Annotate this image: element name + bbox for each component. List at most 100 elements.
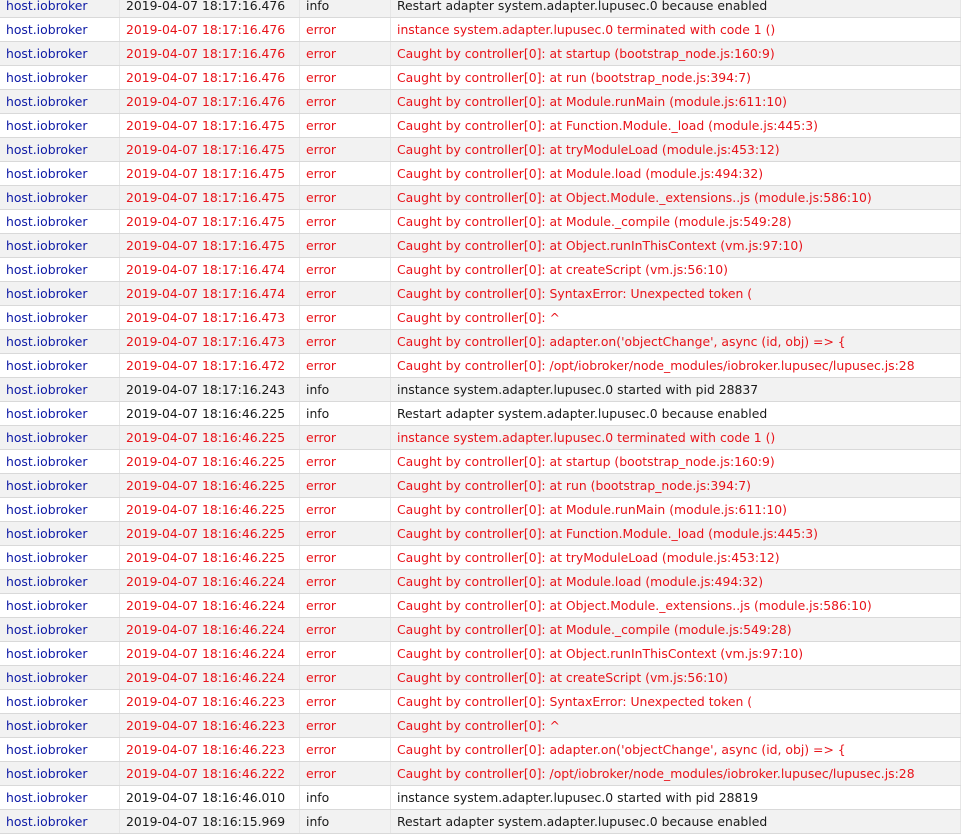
log-timestamp-cell: 2019-04-07 18:16:46.224 (119, 593, 300, 618)
log-row[interactable]: host.iobroker 2019-04-07 18:17:16.473 erro… (0, 329, 961, 354)
log-source-cell: host.iobroker (0, 809, 120, 834)
log-source-cell: host.iobroker (0, 641, 120, 666)
log-source-cell: host.iobroker (0, 713, 120, 738)
log-source-cell: host.iobroker (0, 545, 120, 570)
log-message-cell: Caught by controller[0]: at Object.runIn… (390, 233, 961, 258)
log-message-cell: Caught by controller[0]: ^ (390, 305, 961, 330)
log-message-cell: Caught by controller[0]: at Function.Mod… (390, 113, 961, 138)
log-message-cell: Caught by controller[0]: at Function.Mod… (390, 521, 961, 546)
log-row[interactable]: host.iobroker 2019-04-07 18:16:46.225 erro… (0, 449, 961, 474)
log-timestamp-cell: 2019-04-07 18:16:46.225 (119, 545, 300, 570)
log-row[interactable]: host.iobroker 2019-04-07 18:16:46.222 erro… (0, 761, 961, 786)
log-message-cell: Restart adapter system.adapter.lupusec.0… (390, 401, 961, 426)
log-row[interactable]: host.iobroker 2019-04-07 18:17:16.474 erro… (0, 281, 961, 306)
log-row[interactable]: host.iobroker 2019-04-07 18:16:46.223 erro… (0, 713, 961, 738)
log-row[interactable]: host.iobroker 2019-04-07 18:16:46.225 info… (0, 401, 961, 426)
log-severity-cell: error (299, 449, 391, 474)
log-row[interactable]: host.iobroker 2019-04-07 18:17:16.475 erro… (0, 185, 961, 210)
log-row[interactable]: host.iobroker 2019-04-07 18:17:16.476 info… (0, 0, 961, 18)
log-table-body: host.iobroker 2019-04-07 18:17:16.476 info… (0, 0, 961, 834)
log-row[interactable]: host.iobroker 2019-04-07 18:16:46.224 erro… (0, 569, 961, 594)
log-row[interactable]: host.iobroker 2019-04-07 18:16:46.225 erro… (0, 425, 961, 450)
log-row[interactable]: host.iobroker 2019-04-07 18:17:16.476 erro… (0, 89, 961, 114)
log-message-cell: Caught by controller[0]: at tryModuleLoa… (390, 545, 961, 570)
log-severity-cell: error (299, 65, 391, 90)
log-row[interactable]: host.iobroker 2019-04-07 18:17:16.474 erro… (0, 257, 961, 282)
log-source-cell: host.iobroker (0, 473, 120, 498)
log-severity-cell: error (299, 161, 391, 186)
log-severity-cell: error (299, 89, 391, 114)
log-source-cell: host.iobroker (0, 449, 120, 474)
log-row[interactable]: host.iobroker 2019-04-07 18:17:16.475 erro… (0, 233, 961, 258)
log-timestamp-cell: 2019-04-07 18:17:16.474 (119, 257, 300, 282)
log-source-cell: host.iobroker (0, 257, 120, 282)
log-timestamp-cell: 2019-04-07 18:16:46.010 (119, 785, 300, 810)
log-source-cell: host.iobroker (0, 521, 120, 546)
log-source-cell: host.iobroker (0, 689, 120, 714)
log-row[interactable]: host.iobroker 2019-04-07 18:16:46.224 erro… (0, 617, 961, 642)
log-severity-cell: error (299, 305, 391, 330)
log-row[interactable]: host.iobroker 2019-04-07 18:16:46.224 erro… (0, 665, 961, 690)
log-message-cell: Caught by controller[0]: at Object.Modul… (390, 185, 961, 210)
log-message-cell: Caught by controller[0]: at Module.load … (390, 569, 961, 594)
log-message-cell: Caught by controller[0]: at Module.runMa… (390, 497, 961, 522)
log-timestamp-cell: 2019-04-07 18:17:16.475 (119, 233, 300, 258)
log-timestamp-cell: 2019-04-07 18:16:46.224 (119, 569, 300, 594)
log-row[interactable]: host.iobroker 2019-04-07 18:17:16.475 erro… (0, 113, 961, 138)
log-timestamp-cell: 2019-04-07 18:17:16.243 (119, 377, 300, 402)
log-timestamp-cell: 2019-04-07 18:17:16.476 (119, 89, 300, 114)
log-message-cell: Caught by controller[0]: at run (bootstr… (390, 65, 961, 90)
log-severity-cell: error (299, 665, 391, 690)
log-message-cell: Caught by controller[0]: /opt/iobroker/n… (390, 353, 961, 378)
log-message-cell: Caught by controller[0]: at Module._comp… (390, 617, 961, 642)
log-row[interactable]: host.iobroker 2019-04-07 18:16:46.225 erro… (0, 521, 961, 546)
log-row[interactable]: host.iobroker 2019-04-07 18:17:16.476 erro… (0, 65, 961, 90)
log-severity-cell: error (299, 521, 391, 546)
log-timestamp-cell: 2019-04-07 18:16:46.222 (119, 761, 300, 786)
log-severity-cell: error (299, 713, 391, 738)
log-message-cell: Caught by controller[0]: ^ (390, 713, 961, 738)
log-message-cell: Caught by controller[0]: SyntaxError: Un… (390, 281, 961, 306)
log-row[interactable]: host.iobroker 2019-04-07 18:17:16.475 erro… (0, 137, 961, 162)
log-row[interactable]: host.iobroker 2019-04-07 18:17:16.475 erro… (0, 161, 961, 186)
log-severity-cell: error (299, 137, 391, 162)
log-timestamp-cell: 2019-04-07 18:16:46.225 (119, 449, 300, 474)
log-severity-cell: error (299, 233, 391, 258)
log-row[interactable]: host.iobroker 2019-04-07 18:16:46.224 erro… (0, 641, 961, 666)
log-severity-cell: error (299, 545, 391, 570)
log-severity-cell: error (299, 617, 391, 642)
log-row[interactable]: host.iobroker 2019-04-07 18:16:15.969 info… (0, 809, 961, 834)
log-row[interactable]: host.iobroker 2019-04-07 18:17:16.472 erro… (0, 353, 961, 378)
log-row[interactable]: host.iobroker 2019-04-07 18:16:46.223 erro… (0, 689, 961, 714)
log-severity-cell: error (299, 497, 391, 522)
log-severity-cell: info (299, 0, 391, 18)
log-source-cell: host.iobroker (0, 137, 120, 162)
log-message-cell: Restart adapter system.adapter.lupusec.0… (390, 0, 961, 18)
log-row[interactable]: host.iobroker 2019-04-07 18:17:16.473 erro… (0, 305, 961, 330)
log-severity-cell: info (299, 401, 391, 426)
log-row[interactable]: host.iobroker 2019-04-07 18:16:46.225 erro… (0, 497, 961, 522)
log-row[interactable]: host.iobroker 2019-04-07 18:16:46.224 erro… (0, 593, 961, 618)
log-row[interactable]: host.iobroker 2019-04-07 18:17:16.476 erro… (0, 17, 961, 42)
log-row[interactable]: host.iobroker 2019-04-07 18:16:46.223 erro… (0, 737, 961, 762)
log-row[interactable]: host.iobroker 2019-04-07 18:17:16.243 info… (0, 377, 961, 402)
log-timestamp-cell: 2019-04-07 18:17:16.472 (119, 353, 300, 378)
log-message-cell: Caught by controller[0]: at createScript… (390, 665, 961, 690)
log-timestamp-cell: 2019-04-07 18:16:46.223 (119, 737, 300, 762)
log-row[interactable]: host.iobroker 2019-04-07 18:16:46.010 info… (0, 785, 961, 810)
log-message-cell: Caught by controller[0]: at Module._comp… (390, 209, 961, 234)
log-source-cell: host.iobroker (0, 185, 120, 210)
log-severity-cell: error (299, 281, 391, 306)
log-row[interactable]: host.iobroker 2019-04-07 18:16:46.225 erro… (0, 545, 961, 570)
log-timestamp-cell: 2019-04-07 18:16:46.223 (119, 689, 300, 714)
log-row[interactable]: host.iobroker 2019-04-07 18:17:16.475 erro… (0, 209, 961, 234)
log-row[interactable]: host.iobroker 2019-04-07 18:17:16.476 erro… (0, 41, 961, 66)
log-timestamp-cell: 2019-04-07 18:16:46.224 (119, 617, 300, 642)
log-timestamp-cell: 2019-04-07 18:17:16.475 (119, 185, 300, 210)
log-source-cell: host.iobroker (0, 329, 120, 354)
log-source-cell: host.iobroker (0, 233, 120, 258)
log-severity-cell: error (299, 17, 391, 42)
log-row[interactable]: host.iobroker 2019-04-07 18:16:46.225 erro… (0, 473, 961, 498)
log-severity-cell: info (299, 377, 391, 402)
log-source-cell: host.iobroker (0, 89, 120, 114)
